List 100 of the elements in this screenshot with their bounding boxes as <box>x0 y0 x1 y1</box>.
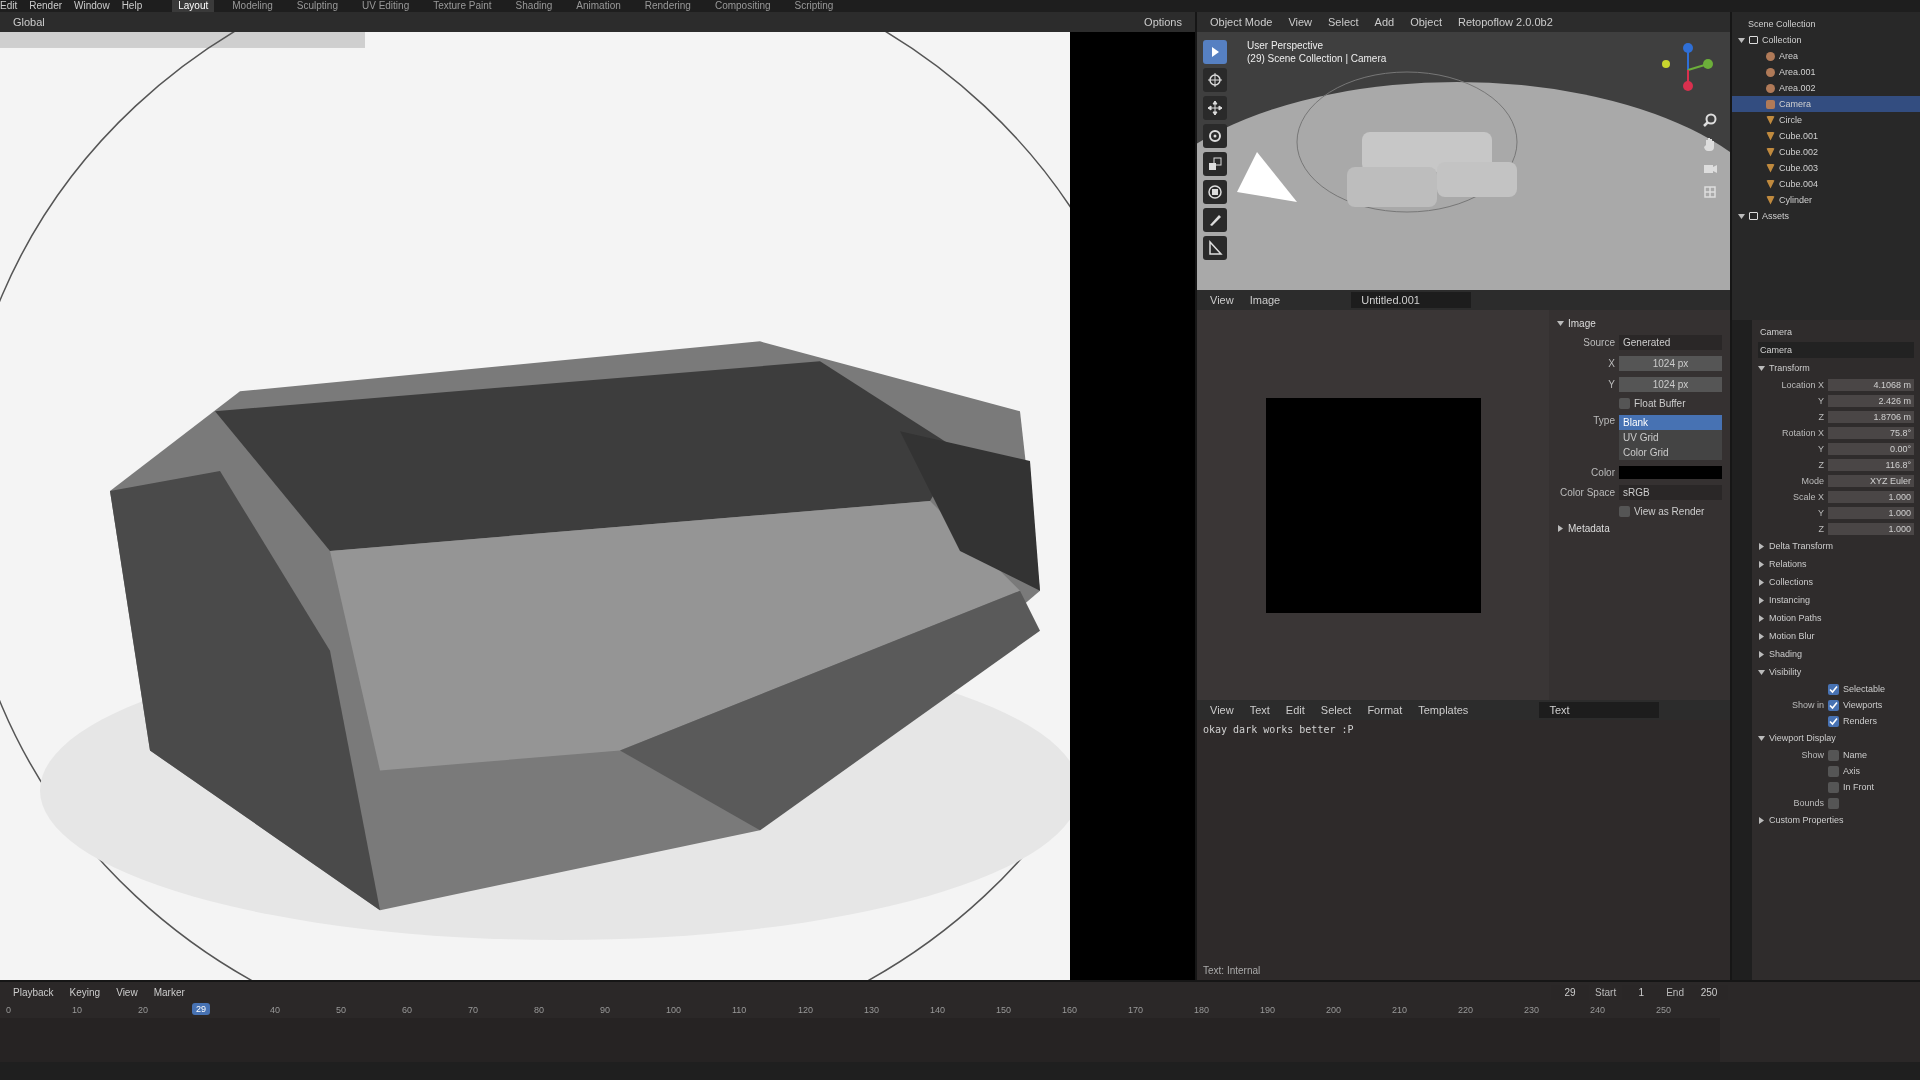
timeline-menu[interactable]: Marker <box>148 985 190 999</box>
checkbox[interactable] <box>1619 506 1630 517</box>
section-header[interactable]: Relations <box>1769 556 1807 572</box>
workspace-tab[interactable]: Layout <box>172 0 215 12</box>
menu-item[interactable]: Help <box>121 0 143 12</box>
outliner-item[interactable]: Circle <box>1732 112 1920 128</box>
number-field[interactable]: 1.000 <box>1828 507 1914 519</box>
text-menu[interactable]: Format <box>1362 703 1408 717</box>
image-menu[interactable]: View <box>1205 293 1239 307</box>
workspace-tab[interactable]: Rendering <box>638 0 697 12</box>
outliner-item[interactable]: Cube.002 <box>1732 144 1920 160</box>
workspace-tab[interactable]: Texture Paint <box>427 0 498 12</box>
expand-arrow-icon[interactable] <box>1557 525 1564 532</box>
expand-arrow-icon[interactable] <box>1758 542 1765 550</box>
text-menu[interactable]: Edit <box>1280 703 1310 717</box>
outliner-item[interactable]: Cube.004 <box>1732 176 1920 192</box>
checkbox[interactable] <box>1828 797 1839 809</box>
collapse-arrow-icon[interactable] <box>1738 212 1745 220</box>
workspace-tab[interactable]: Animation <box>570 0 627 12</box>
outliner-item[interactable]: Assets <box>1762 208 1920 224</box>
viewport-menu[interactable]: Add <box>1369 15 1400 29</box>
tool-button[interactable] <box>1203 236 1227 260</box>
section-header[interactable]: Motion Blur <box>1769 628 1815 644</box>
number-field[interactable]: 75.8° <box>1828 427 1914 439</box>
viewport-menu[interactable]: Select <box>1323 15 1364 29</box>
workspace-tab[interactable]: Sculpting <box>290 0 344 12</box>
workspace-tab[interactable]: Scripting <box>788 0 840 12</box>
text-menu[interactable]: View <box>1205 703 1239 717</box>
expand-arrow-icon[interactable] <box>1758 560 1765 568</box>
number-field[interactable]: 4.1068 m <box>1828 379 1914 391</box>
checkbox[interactable] <box>1828 699 1839 711</box>
checkbox[interactable] <box>1828 715 1839 727</box>
collapse-arrow-icon[interactable] <box>1557 320 1564 327</box>
number-field[interactable]: 0.00° <box>1828 443 1914 455</box>
workspace-tab[interactable]: Compositing <box>708 0 777 12</box>
menu-item[interactable]: Window <box>74 0 110 12</box>
viewport-menu[interactable]: Object Mode <box>1205 15 1278 29</box>
text-name-field[interactable]: Text <box>1539 702 1660 718</box>
number-field[interactable]: 1024 px <box>1619 377 1722 392</box>
tool-button[interactable] <box>1203 40 1227 64</box>
outliner-item[interactable]: Area.002 <box>1732 80 1920 96</box>
viewport-menu[interactable]: View <box>1283 15 1318 29</box>
outliner-item[interactable]: Area <box>1732 48 1920 64</box>
tool-button[interactable] <box>1203 208 1227 232</box>
expand-arrow-icon[interactable] <box>1758 650 1765 658</box>
number-field[interactable]: 1.8706 m <box>1828 411 1914 423</box>
tool-button[interactable] <box>1203 68 1227 92</box>
expand-arrow-icon[interactable] <box>1758 614 1765 622</box>
options-dropdown[interactable]: Options <box>1139 15 1187 29</box>
checkbox[interactable] <box>1828 749 1839 761</box>
number-field[interactable]: XYZ Euler <box>1828 475 1914 487</box>
text-menu[interactable]: Templates <box>1413 703 1474 717</box>
object-name-field[interactable]: Camera <box>1758 342 1914 358</box>
image-name-field[interactable]: Untitled.001 <box>1351 292 1472 308</box>
section-header[interactable]: Shading <box>1769 646 1803 662</box>
outliner-item[interactable]: Area.001 <box>1732 64 1920 80</box>
outliner-item[interactable]: Collection <box>1762 32 1920 48</box>
type-option[interactable]: Color Grid <box>1619 445 1722 460</box>
collapse-arrow-icon[interactable] <box>1758 734 1765 742</box>
outliner-item[interactable]: Scene Collection <box>1732 16 1920 32</box>
checkbox[interactable] <box>1619 398 1630 409</box>
orientation-dropdown[interactable]: Global <box>8 15 50 29</box>
timeline-menu[interactable]: Playback <box>8 985 59 999</box>
type-option[interactable]: Blank <box>1619 415 1722 430</box>
section-header[interactable]: Custom Properties <box>1769 812 1844 828</box>
image-menu[interactable]: Image <box>1244 293 1286 307</box>
number-field[interactable]: 2.426 m <box>1828 395 1914 407</box>
expand-arrow-icon[interactable] <box>1758 632 1765 640</box>
menu-item[interactable]: Render <box>29 0 63 12</box>
timeline-menu[interactable]: View <box>111 985 143 999</box>
tool-button[interactable] <box>1203 96 1227 120</box>
viewport-menu[interactable]: Retopoflow 2.0.0b2 <box>1453 15 1558 29</box>
type-option[interactable]: UV Grid <box>1619 430 1722 445</box>
outliner-item[interactable]: Cube.003 <box>1732 160 1920 176</box>
text-menu[interactable]: Text <box>1244 703 1275 717</box>
outliner-item[interactable]: Camera <box>1732 96 1920 112</box>
collapse-arrow-icon[interactable] <box>1758 668 1765 676</box>
zoom-icon[interactable] <box>1702 112 1718 128</box>
section-header[interactable]: Viewport Display <box>1769 730 1836 746</box>
tool-button[interactable] <box>1203 124 1227 148</box>
number-field[interactable]: 1.000 <box>1828 491 1914 503</box>
color-space-dropdown[interactable]: sRGB <box>1619 485 1722 500</box>
timeline-menu[interactable]: Keying <box>64 985 106 999</box>
checkbox[interactable] <box>1828 765 1839 777</box>
workspace-tab[interactable]: Modeling <box>226 0 279 12</box>
source-dropdown[interactable]: Generated <box>1619 335 1722 350</box>
text-menu[interactable]: Select <box>1315 703 1357 717</box>
checkbox[interactable] <box>1828 781 1839 793</box>
menu-item[interactable]: Edit <box>0 0 18 12</box>
number-field[interactable]: 116.8° <box>1828 459 1914 471</box>
section-header[interactable]: Delta Transform <box>1769 538 1834 554</box>
color-swatch[interactable] <box>1619 466 1722 479</box>
section-header[interactable]: Transform <box>1769 360 1810 376</box>
number-field[interactable]: 1024 px <box>1619 356 1722 371</box>
outliner-item[interactable]: Cube.001 <box>1732 128 1920 144</box>
number-field[interactable]: 1.000 <box>1828 523 1914 535</box>
expand-arrow-icon[interactable] <box>1758 578 1765 586</box>
panel-title[interactable]: Metadata <box>1568 523 1610 534</box>
panel-title[interactable]: Image <box>1568 318 1596 329</box>
expand-arrow-icon[interactable] <box>1758 596 1765 604</box>
